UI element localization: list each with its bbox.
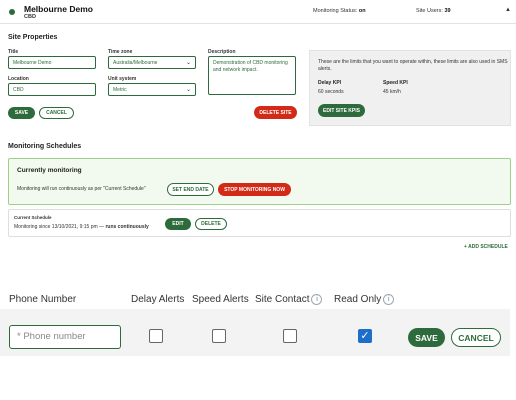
chevron-down-icon: ⌄ — [185, 60, 191, 66]
col-delay-alerts: Delay Alerts — [131, 294, 185, 305]
delete-schedule-button[interactable]: DELETE — [195, 218, 227, 230]
schedule-detail: Monitoring since 13/10/2021, 9:15 pm — r… — [14, 224, 149, 230]
col-site-contact-label: Site Contact — [255, 294, 310, 305]
schedule-since: Monitoring since 13/10/2021, 9:15 pm — — [14, 224, 106, 230]
schedule-mode: runs continuously — [105, 224, 149, 230]
edit-site-kpis-button[interactable]: EDIT SITE KPIS — [318, 104, 365, 117]
description-textarea[interactable]: Demonstration of CBD monitoring and netw… — [208, 56, 296, 95]
edit-schedule-button[interactable]: EDIT — [165, 218, 191, 230]
unit-system-value: Metric — [113, 87, 127, 93]
cancel-site-button[interactable]: CANCEL — [39, 107, 74, 119]
timezone-value: Australia/Melbourne — [113, 60, 158, 66]
stop-monitoring-button[interactable]: STOP MONITORING NOW — [218, 183, 291, 196]
delete-site-button[interactable]: DELETE SITE — [254, 106, 297, 119]
delay-kpi-label: Delay KPI — [318, 80, 342, 86]
description-label: Description — [208, 49, 236, 55]
unit-system-select[interactable]: Metric ⌄ — [108, 83, 196, 96]
title-label: Title — [8, 49, 19, 55]
speed-alerts-checkbox[interactable] — [212, 329, 226, 343]
col-site-contact: Site Contact i — [255, 294, 323, 305]
cancel-permission-button[interactable]: CANCEL — [451, 328, 501, 347]
title-input[interactable]: Melbourne Demo — [8, 56, 96, 69]
current-schedule-label: Current Schedule — [14, 215, 52, 220]
timezone-label: Time zone — [108, 49, 133, 55]
chevron-down-icon: ⌄ — [185, 87, 191, 93]
delay-alerts-checkbox[interactable] — [149, 329, 163, 343]
chevron-up-icon[interactable]: ▲ — [505, 7, 511, 13]
set-end-date-button[interactable]: SET END DATE — [167, 183, 214, 196]
col-read-only-label: Read Only — [334, 294, 382, 305]
site-contact-checkbox[interactable] — [283, 329, 297, 343]
monitoring-schedules-title: Monitoring Schedules — [8, 143, 82, 150]
site-name: Melbourne Demo — [24, 4, 93, 14]
currently-monitoring-title: Currently monitoring — [17, 167, 82, 174]
timezone-select[interactable]: Australia/Melbourne ⌄ — [108, 56, 196, 69]
col-phone-number: Phone Number — [9, 294, 77, 305]
unit-system-label: Unit system — [108, 76, 137, 82]
save-site-button[interactable]: SAVE — [8, 107, 35, 119]
kpi-info-text: These are the limits that you want to op… — [318, 59, 508, 72]
currently-monitoring-panel: Currently monitoring Monitoring will run… — [8, 158, 511, 205]
delay-kpi-value: 60 seconds — [318, 89, 344, 95]
current-schedule-card: Current Schedule Monitoring since 13/10/… — [8, 209, 511, 237]
site-properties-title: Site Properties — [8, 34, 58, 41]
status-dot-icon — [9, 9, 15, 15]
site-users-count: Site Users: 39 — [416, 8, 451, 14]
site-header: Melbourne Demo CBD Monitoring Status: on… — [0, 0, 516, 24]
info-icon[interactable]: i — [383, 294, 395, 305]
location-label: Location — [8, 76, 29, 82]
speed-kpi-label: Speed KPI — [383, 80, 408, 86]
checkmark-icon: ✓ — [360, 330, 370, 342]
save-permission-button[interactable]: SAVE — [408, 328, 445, 347]
add-schedule-link[interactable]: + ADD SCHEDULE — [464, 244, 508, 250]
site-code: CBD — [24, 14, 36, 20]
phone-number-input[interactable]: * Phone number — [9, 325, 121, 349]
site-kpis-panel: These are the limits that you want to op… — [309, 50, 511, 126]
read-only-checkbox[interactable]: ✓ — [358, 329, 372, 343]
monitoring-status: Monitoring Status: on — [313, 8, 366, 14]
location-input[interactable]: CBD — [8, 83, 96, 96]
info-icon[interactable]: i — [311, 294, 323, 305]
col-read-only: Read Only i — [334, 294, 395, 305]
speed-kpi-value: 45 km/h — [383, 89, 401, 95]
currently-monitoring-text: Monitoring will run continuously as per … — [17, 186, 146, 192]
col-speed-alerts: Speed Alerts — [192, 294, 249, 305]
